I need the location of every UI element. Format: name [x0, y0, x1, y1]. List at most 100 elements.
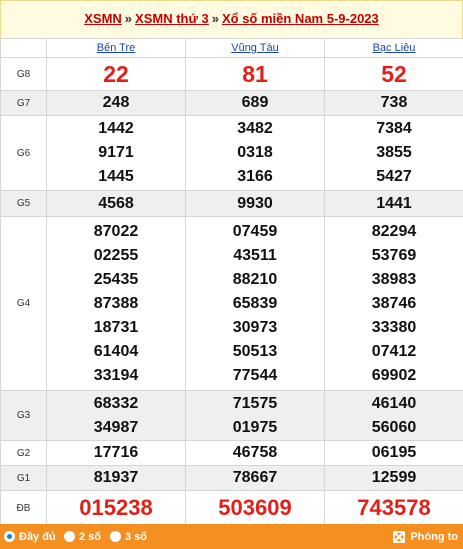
- prize-number: 1445: [98, 168, 134, 185]
- breadcrumb-separator: »: [124, 11, 133, 26]
- option-3-digits[interactable]: 3 số: [110, 524, 147, 549]
- prize-number: 30973: [232, 318, 278, 336]
- prize-cell: 9930: [185, 190, 325, 217]
- prize-cell: 46758: [185, 440, 325, 466]
- prize-number: 738: [380, 94, 408, 111]
- prize-cell: 78667: [185, 465, 325, 491]
- radio-icon[interactable]: [110, 531, 121, 542]
- prize-number: 1441: [376, 194, 412, 212]
- prize-number: 06195: [371, 444, 417, 461]
- breadcrumb: XSMN» XSMN thứ 3» Xổ số miền Nam 5-9-2023: [0, 0, 463, 38]
- prize-number: 07412: [371, 342, 417, 360]
- prize-row-g3: G3 68332 34987 71575 01975 46140 56060: [0, 390, 463, 441]
- option-2-digits[interactable]: 2 số: [64, 524, 101, 549]
- prize-cell: 738: [324, 90, 463, 116]
- prize-number: 43511: [233, 246, 277, 264]
- province-link-ben-tre[interactable]: Bến Tre: [97, 42, 136, 54]
- prize-cell: 1442 9171 1445: [46, 115, 186, 191]
- prize-cell: 1441: [324, 190, 463, 217]
- prize-number: 61404: [93, 342, 139, 360]
- option-full[interactable]: Đầy đủ: [4, 524, 56, 549]
- prize-cell: 22: [46, 57, 186, 91]
- option-label: 2 số: [79, 530, 102, 543]
- prize-number: 015238: [79, 495, 153, 520]
- prize-cell: 7384 3855 5427: [324, 115, 463, 191]
- prize-label: G7: [0, 90, 47, 116]
- prize-cell: 81: [185, 57, 325, 91]
- breadcrumb-separator: »: [211, 11, 219, 26]
- prize-number: 01975: [232, 418, 278, 436]
- prize-number: 38746: [371, 294, 417, 312]
- prize-number: 38983: [371, 270, 417, 288]
- prize-number: 3482: [237, 120, 273, 137]
- results-table: Bến Tre Vũng Tàu Bạc Liêu G8 22 81 52 G7…: [0, 38, 463, 526]
- prize-label: G6: [0, 115, 47, 191]
- prize-cell: 17716: [46, 440, 186, 466]
- prize-cell: 06195: [324, 440, 463, 466]
- prize-row-g5: G5 4568 9930 1441: [0, 190, 463, 217]
- expand-icon: [393, 530, 406, 543]
- prize-number: 69902: [371, 366, 417, 384]
- prize-number: 248: [102, 94, 130, 111]
- prize-number: 87388: [93, 294, 139, 312]
- prize-cell: 503609: [185, 490, 325, 526]
- prize-row-g1: G1 81937 78667 12599: [0, 465, 463, 491]
- prize-number: 17716: [93, 444, 139, 461]
- prize-number: 71575: [232, 394, 278, 412]
- prize-number: 4568: [98, 194, 134, 212]
- prize-number: 22: [103, 61, 129, 87]
- prize-number: 46140: [371, 394, 417, 412]
- prize-number: 689: [241, 94, 269, 111]
- prize-number: 50513: [232, 342, 278, 360]
- prize-number: 02255: [93, 246, 139, 264]
- prize-number: 9930: [237, 194, 273, 212]
- prize-number: 5427: [376, 168, 412, 185]
- prize-number: 46758: [232, 444, 278, 461]
- prize-number: 33380: [371, 318, 417, 336]
- prize-number: 3166: [237, 168, 273, 185]
- radio-icon[interactable]: [64, 531, 75, 542]
- prize-number: 77544: [232, 366, 278, 384]
- prize-cell: 07459 43511 88210 65839 30973 50513 7754…: [185, 216, 325, 391]
- prize-number: 07459: [232, 222, 278, 240]
- prize-cell: 82294 53769 38983 38746 33380 07412 6990…: [324, 216, 463, 391]
- prize-cell: 12599: [324, 465, 463, 491]
- prize-number: 65839: [232, 294, 278, 312]
- prize-number: 503609: [218, 495, 292, 520]
- option-label: Đầy đủ: [19, 530, 56, 543]
- prize-cell: 015238: [46, 490, 186, 526]
- prize-row-special: ĐB 015238 503609 743578: [0, 490, 463, 526]
- province-header-row: Bến Tre Vũng Tàu Bạc Liêu: [0, 38, 463, 58]
- radio-selected-icon[interactable]: [4, 531, 15, 542]
- breadcrumb-link-xsmn-thu3[interactable]: XSMN thứ 3: [135, 11, 209, 26]
- zoom-button[interactable]: Phóng to: [392, 524, 458, 549]
- zoom-label: Phóng to: [410, 530, 458, 543]
- prize-number: 52: [381, 61, 407, 87]
- prize-cell: 87022 02255 25435 87388 18731 61404 3319…: [46, 216, 186, 391]
- prize-row-g8: G8 22 81 52: [0, 57, 463, 91]
- option-label: 3 số: [125, 530, 148, 543]
- prize-cell: 743578: [324, 490, 463, 526]
- breadcrumb-link-date[interactable]: Xổ số miền Nam 5-9-2023: [222, 11, 379, 26]
- province-link-vung-tau[interactable]: Vũng Tàu: [231, 42, 279, 54]
- prize-label: G3: [0, 390, 47, 441]
- corner-cell: [0, 38, 47, 58]
- prize-number: 9171: [98, 144, 134, 161]
- prize-cell: 81937: [46, 465, 186, 491]
- prize-row-g7: G7 248 689 738: [0, 90, 463, 116]
- prize-number: 34987: [93, 418, 139, 436]
- prize-row-g6: G6 1442 9171 1445 3482 0318 3166 7384 38…: [0, 115, 463, 191]
- prize-cell: 71575 01975: [185, 390, 325, 441]
- prize-number: 68332: [93, 394, 139, 412]
- prize-label: G8: [0, 57, 47, 91]
- prize-cell: 3482 0318 3166: [185, 115, 325, 191]
- breadcrumb-link-xsmn[interactable]: XSMN: [84, 11, 122, 26]
- prize-label: ĐB: [0, 490, 47, 526]
- province-header: Bến Tre: [46, 38, 186, 58]
- province-link-bac-lieu[interactable]: Bạc Liêu: [373, 42, 416, 54]
- prize-number: 78667: [232, 469, 278, 486]
- prize-number: 88210: [232, 270, 278, 288]
- prize-number: 25435: [93, 270, 139, 288]
- prize-number: 56060: [371, 418, 417, 436]
- prize-number: 3855: [376, 144, 412, 161]
